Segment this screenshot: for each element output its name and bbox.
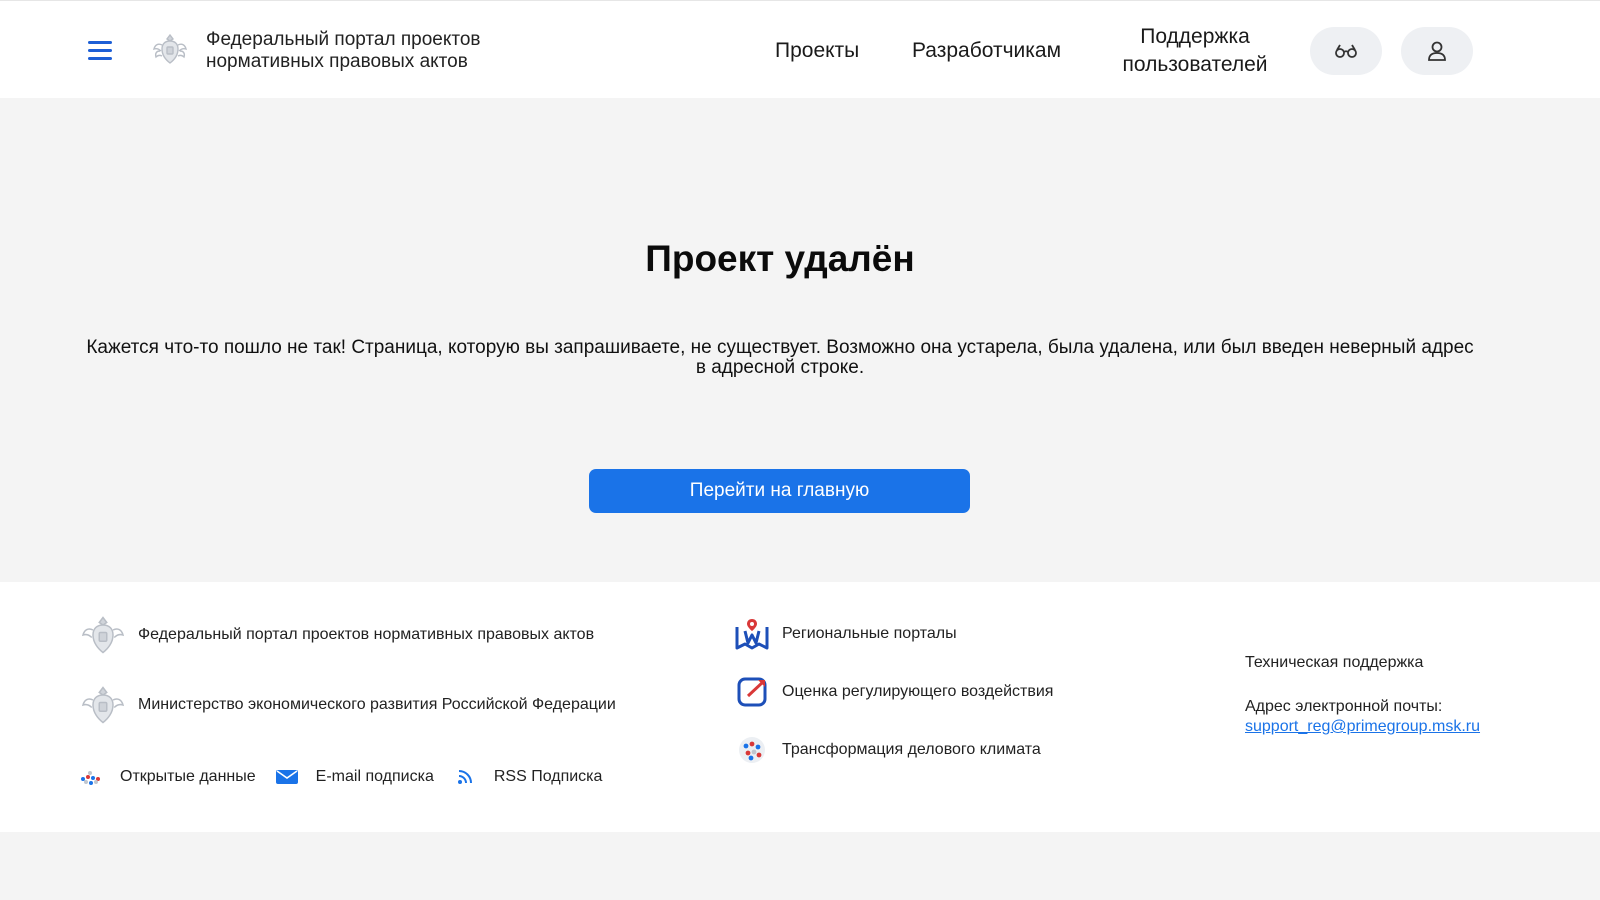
- coat-of-arms-icon[interactable]: [150, 29, 190, 69]
- footer-business-climate[interactable]: Трансформация делового климата: [734, 732, 1041, 768]
- business-climate-link[interactable]: Трансформация делового климата: [782, 741, 1041, 759]
- glasses-icon: [1335, 44, 1357, 58]
- nav-user-support[interactable]: Поддержка пользователей: [1110, 23, 1280, 79]
- page-title: Проект удалён: [645, 238, 915, 279]
- coat-of-arms-icon: [81, 686, 125, 724]
- profile-button[interactable]: [1401, 27, 1473, 75]
- error-message-line2: в адресной строке.: [695, 357, 865, 378]
- nav-projects[interactable]: Проекты: [775, 39, 859, 63]
- regional-map-icon: [734, 616, 770, 652]
- footer-portal-label: Федеральный портал проектов нормативных …: [138, 626, 595, 643]
- tech-support-title: Техническая поддержка: [1245, 654, 1424, 671]
- go-home-button[interactable]: Перейти на главную: [589, 469, 970, 513]
- footer-ministry-link[interactable]: Министерство экономического развития Рос…: [78, 680, 616, 730]
- open-data-icon: [78, 764, 104, 790]
- footer-regional-portals[interactable]: Региональные порталы: [734, 616, 957, 652]
- footer-ministry-label: Министерство экономического развития Рос…: [138, 696, 616, 713]
- open-data-link[interactable]: Открытые данные: [120, 768, 256, 786]
- regulatory-impact-icon: [734, 674, 770, 710]
- user-icon: [1428, 41, 1446, 61]
- error-message-line1: Кажется что-то пошло не так! Страница, к…: [86, 337, 1474, 358]
- nav-developers[interactable]: Разработчикам: [912, 39, 1061, 63]
- footer-portal-link[interactable]: Федеральный портал проектов нормативных …: [78, 610, 594, 660]
- nav-user-support-line2: пользователей: [1122, 53, 1268, 76]
- site-footer: Федеральный портал проектов нормативных …: [0, 582, 1600, 832]
- email-label: Адрес электронной почты:: [1245, 698, 1443, 715]
- site-header: Федеральный портал проектов нормативных …: [0, 0, 1600, 98]
- bottom-background: [0, 832, 1600, 900]
- portal-title-line1: Федеральный портал проектов: [206, 29, 481, 50]
- error-content: Проект удалён Кажется что-то пошло не та…: [0, 98, 1600, 582]
- envelope-icon: [274, 764, 300, 790]
- footer-quick-links: Открытые данные E-mail подписка RSS Подп…: [78, 764, 602, 790]
- portal-title[interactable]: Федеральный портал проектов нормативных …: [206, 29, 526, 73]
- accessibility-button[interactable]: [1310, 27, 1382, 75]
- portal-title-line2: нормативных правовых актов: [206, 51, 468, 72]
- rss-subscription-link[interactable]: RSS Подписка: [494, 768, 603, 786]
- regional-portals-link[interactable]: Региональные порталы: [782, 625, 957, 643]
- nav-user-support-line1: Поддержка: [1140, 25, 1250, 48]
- regulatory-impact-link[interactable]: Оценка регулирующего воздействия: [782, 683, 1053, 701]
- business-climate-icon: [734, 732, 770, 768]
- coat-of-arms-icon: [81, 616, 125, 654]
- email-subscription-link[interactable]: E-mail подписка: [316, 768, 434, 786]
- footer-regulatory-impact[interactable]: Оценка регулирующего воздействия: [734, 674, 1053, 710]
- error-message: Кажется что-то пошло не так! Страница, к…: [60, 338, 1500, 378]
- support-email-link[interactable]: support_reg@primegroup.msk.ru: [1245, 718, 1480, 736]
- hamburger-menu-icon[interactable]: [88, 41, 112, 61]
- rss-icon: [452, 764, 478, 790]
